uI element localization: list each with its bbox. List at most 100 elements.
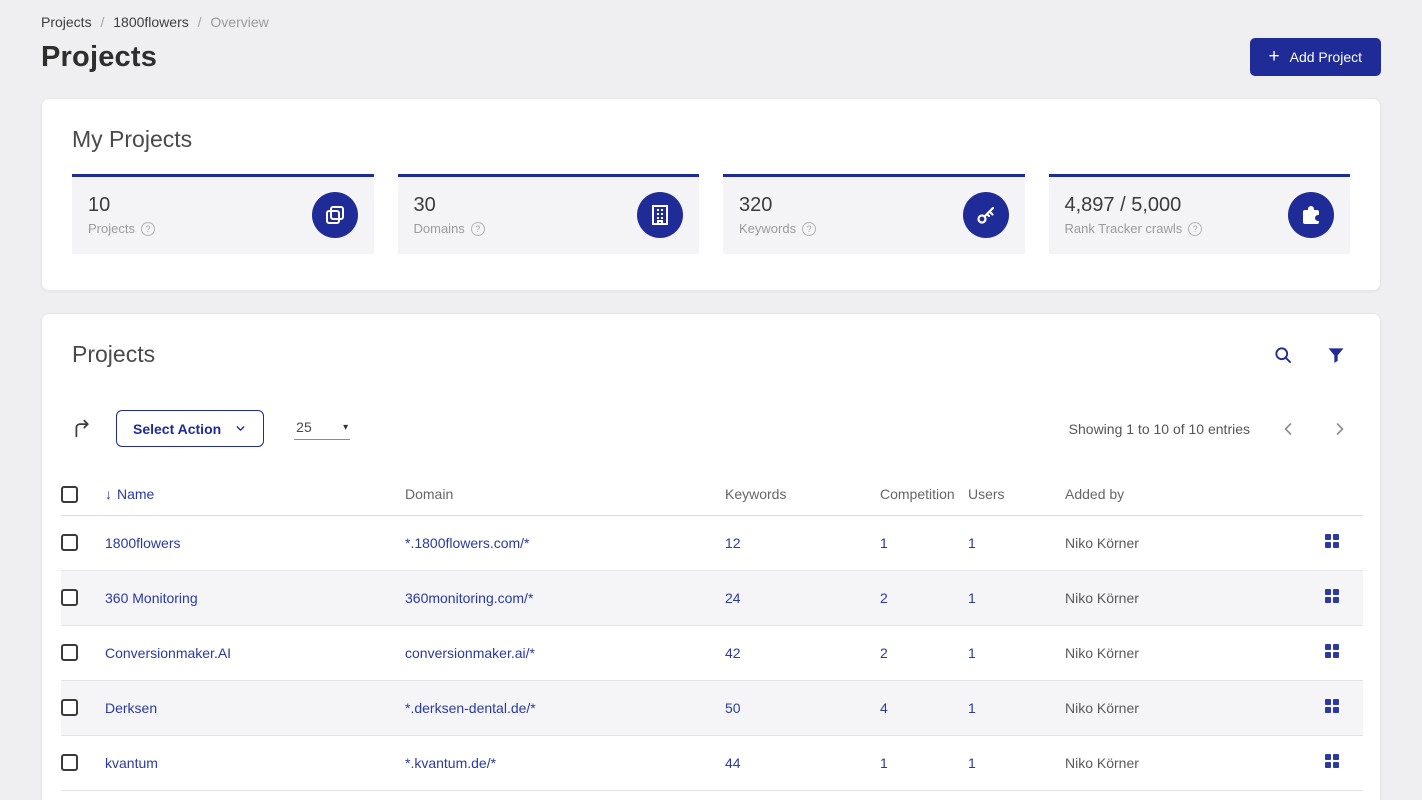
search-icon[interactable] [1273,345,1293,365]
table-row: 360 Monitoring 360monitoring.com/* 24 2 … [61,570,1363,626]
table-header-row: ↓ Name Domain Keywords Competition Users … [61,473,1363,516]
competition-count-link[interactable]: 1 [880,755,888,771]
competition-count-link[interactable]: 4 [880,700,888,716]
dashboard-icon[interactable] [1325,589,1339,603]
stat-tile-keywords: 320 Keywords ? [723,174,1025,254]
stat-tile-rank-tracker: 4,897 / 5,000 Rank Tracker crawls ? [1048,174,1350,254]
stat-label-keywords: Keywords [739,221,797,236]
help-icon[interactable]: ? [140,221,155,236]
select-action-dropdown[interactable]: Select Action [116,410,265,447]
plus-icon: + [1268,45,1280,67]
users-count-link[interactable]: 1 [968,645,976,661]
domains-icon [637,192,683,238]
stat-label-projects: Projects [88,221,135,236]
row-checkbox[interactable] [61,644,78,662]
stat-label-rank-tracker: Rank Tracker crawls [1064,221,1183,236]
project-name-link[interactable]: 1800flowers [105,535,181,551]
column-header-domain[interactable]: Domain [405,473,725,516]
column-header-added-by[interactable]: Added by [1065,473,1263,516]
row-checkbox[interactable] [61,699,78,717]
title-row: Projects + Add Project [41,38,1381,76]
help-icon[interactable]: ? [1188,221,1203,236]
column-header-name[interactable]: ↓ Name [105,473,405,516]
row-checkbox[interactable] [61,534,78,552]
add-project-label: Add Project [1289,49,1362,65]
project-name-link[interactable]: Conversionmaker.AI [105,645,231,661]
dashboard-icon[interactable] [1325,754,1339,768]
table-row: Conversionmaker.AI conversionmaker.ai/* … [61,625,1363,681]
competition-count-link[interactable]: 2 [880,590,888,606]
next-page-icon[interactable] [1330,419,1350,439]
pagination [1278,419,1350,439]
sort-desc-icon: ↓ [105,485,112,502]
keywords-count-link[interactable]: 44 [725,755,741,771]
export-icon[interactable] [72,418,93,439]
table-row: Derksen *.derksen-dental.de/* 50 4 1 Nik… [61,680,1363,736]
table-row: kvantum *.kvantum.de/* 44 1 1 Niko Körne… [61,735,1363,791]
keywords-count-link[interactable]: 42 [725,645,741,661]
table-row: 1800flowers *.1800flowers.com/* 12 1 1 N… [61,515,1363,571]
keywords-count-link[interactable]: 12 [725,535,741,551]
table-toolbar: Select Action 25 ▾ Showing 1 to 10 of 10… [72,410,1350,447]
stat-value-keywords: 320 [739,194,773,216]
help-icon[interactable]: ? [470,221,485,236]
breadcrumb-separator: / [100,14,105,30]
stat-value-rank-tracker: 4,897 / 5,000 [1064,194,1182,216]
add-project-button[interactable]: + Add Project [1249,38,1381,76]
stat-tile-projects: 10 Projects ? [72,174,374,254]
column-header-users[interactable]: Users [968,473,1065,516]
project-domain-link[interactable]: *.1800flowers.com/* [405,535,530,551]
added-by: Niko Körner [1065,515,1263,571]
page-size-value: 25 [296,419,312,435]
row-checkbox[interactable] [61,589,78,607]
key-icon [962,192,1009,238]
projects-table-card: Projects Select Action 25 ▾ Showing 1 to… [41,313,1381,800]
project-name-link[interactable]: Derksen [105,700,157,716]
project-domain-link[interactable]: *.derksen-dental.de/* [405,700,536,716]
page-title: Projects [41,40,158,73]
projects-page: Projects / 1800flowers / Overview Projec… [0,0,1422,800]
my-projects-title: My Projects [72,126,193,152]
help-icon[interactable]: ? [802,221,817,236]
page-size-select[interactable]: 25 ▾ [294,417,351,440]
projects-icon [311,192,358,238]
competition-count-link[interactable]: 1 [880,535,888,551]
users-count-link[interactable]: 1 [968,755,976,771]
select-all-checkbox[interactable] [61,485,78,503]
column-header-keywords[interactable]: Keywords [725,473,880,516]
project-name-link[interactable]: kvantum [105,755,158,771]
breadcrumb-item-overview: Overview [210,14,269,30]
added-by: Niko Körner [1065,735,1263,791]
row-checkbox[interactable] [61,754,78,772]
breadcrumb-item-1800flowers[interactable]: 1800flowers [113,14,189,30]
prev-page-icon[interactable] [1278,419,1298,439]
dashboard-icon[interactable] [1325,699,1339,713]
breadcrumb-item-projects[interactable]: Projects [41,14,92,30]
dashboard-icon[interactable] [1325,534,1339,548]
stat-value-domains: 30 [413,194,436,216]
column-header-actions [1263,473,1363,516]
breadcrumb-separator: / [197,14,202,30]
stat-value-projects: 10 [88,194,111,216]
users-count-link[interactable]: 1 [968,590,976,606]
project-name-link[interactable]: 360 Monitoring [105,590,198,606]
keywords-count-link[interactable]: 24 [725,590,741,606]
projects-table-title: Projects [72,341,156,367]
stat-tiles: 10 Projects ? 30 Domains ? 320 Keywords … [72,174,1350,254]
stat-label-domains: Domains [413,221,465,236]
stat-tile-domains: 30 Domains ? [397,174,699,254]
my-projects-card: My Projects 10 Projects ? 30 Domains ? 3… [41,98,1381,291]
keywords-count-link[interactable]: 50 [725,700,741,716]
project-domain-link[interactable]: *.kvantum.de/* [405,755,496,771]
project-domain-link[interactable]: conversionmaker.ai/* [405,645,535,661]
added-by: Niko Körner [1065,625,1263,681]
column-header-competition[interactable]: Competition [880,473,968,516]
competition-count-link[interactable]: 2 [880,645,888,661]
dashboard-icon[interactable] [1325,644,1339,658]
showing-entries-text: Showing 1 to 10 of 10 entries [1068,420,1250,437]
users-count-link[interactable]: 1 [968,535,976,551]
project-domain-link[interactable]: 360monitoring.com/* [405,590,533,606]
filter-icon[interactable] [1326,345,1346,365]
caret-down-icon: ▾ [343,421,349,433]
users-count-link[interactable]: 1 [968,700,976,716]
